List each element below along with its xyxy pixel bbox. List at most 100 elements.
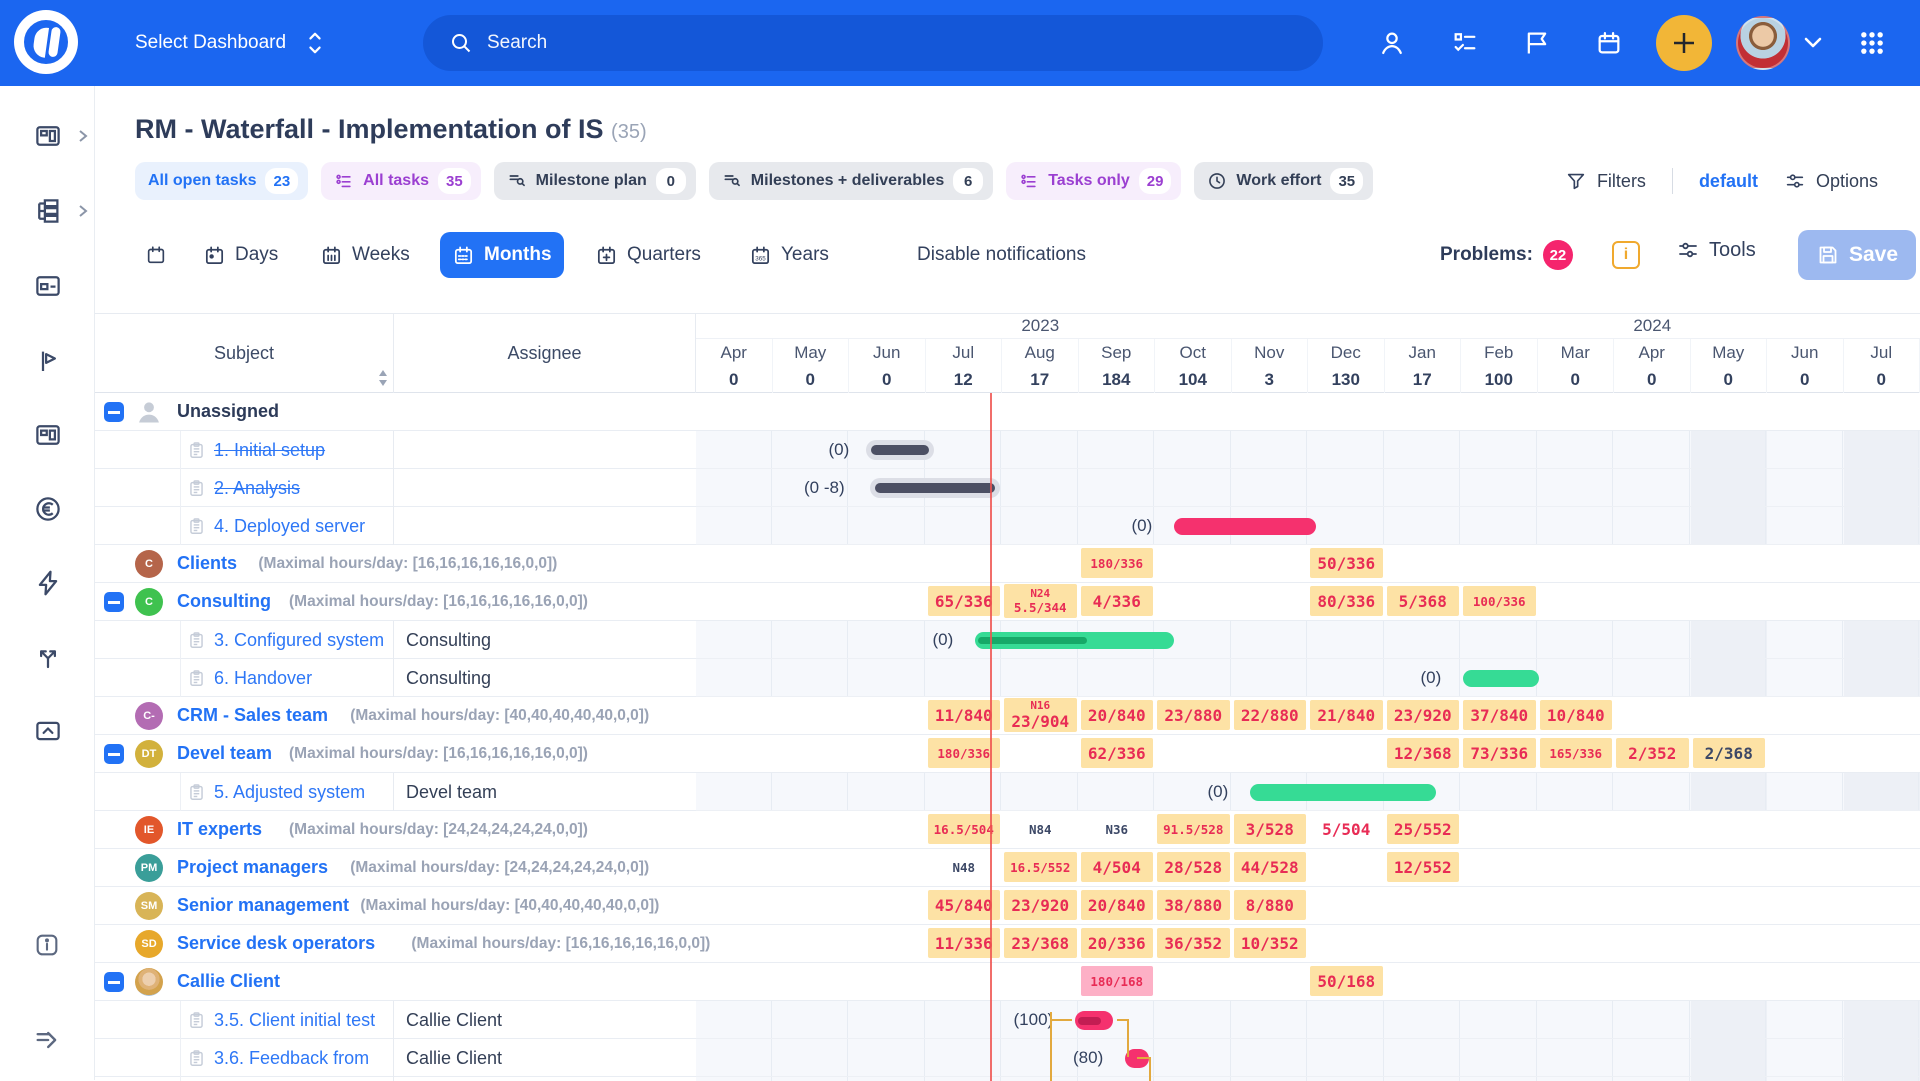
group-avatar[interactable]: DT — [135, 740, 163, 768]
allocation-badge[interactable]: 16.5/552 — [1004, 852, 1077, 882]
allocation-badge[interactable]: 62/336 — [1081, 738, 1154, 768]
allocation-badge[interactable]: 91.5/528 — [1157, 814, 1230, 844]
tools-button[interactable]: Tools — [1676, 238, 1756, 262]
collapse-button[interactable] — [104, 972, 124, 992]
group-avatar[interactable]: C — [135, 550, 163, 578]
view-days-button[interactable]: Days — [191, 232, 290, 278]
workflow-split-icon[interactable] — [33, 642, 63, 672]
dashboard-icon[interactable] — [33, 121, 63, 151]
allocation-badge[interactable]: 20/840 — [1081, 700, 1154, 730]
allocation-badge[interactable]: 180/168 — [1081, 966, 1154, 996]
calendar-icon[interactable] — [1595, 29, 1623, 57]
allocation-badge[interactable]: N245.5/344 — [1004, 584, 1077, 618]
view-years-button[interactable]: 365 Years — [737, 232, 841, 278]
collapse-button[interactable] — [104, 402, 124, 422]
group-name[interactable]: Senior management — [177, 895, 349, 916]
group-avatar[interactable]: SM — [135, 892, 163, 920]
allocation-badge[interactable]: 44/528 — [1234, 852, 1307, 882]
subject-column-header[interactable]: Subject — [95, 314, 394, 393]
allocation-badge[interactable]: 21/840 — [1310, 700, 1383, 730]
quick-actions-bolt-icon[interactable] — [33, 568, 63, 598]
allocation-badge[interactable]: 5/368 — [1387, 586, 1460, 616]
gantt-bar[interactable] — [871, 445, 929, 455]
checklist-icon[interactable] — [1451, 29, 1479, 57]
allocation-badge[interactable]: 4/504 — [1081, 852, 1154, 882]
expand-arrow-icon[interactable] — [33, 1026, 61, 1054]
card-view-icon[interactable] — [33, 271, 63, 301]
apps-grid-icon[interactable] — [1858, 29, 1886, 57]
info-icon[interactable] — [33, 931, 61, 959]
allocation-badge[interactable]: 5/504 — [1310, 814, 1383, 844]
group-name[interactable]: Callie Client — [177, 971, 280, 992]
allocation-badge[interactable]: 23/920 — [1387, 700, 1460, 730]
filter-default-link[interactable]: default — [1699, 171, 1758, 192]
allocation-badge[interactable]: 36/352 — [1157, 928, 1230, 958]
gantt-bar[interactable] — [875, 483, 995, 493]
allocation-badge[interactable]: 38/880 — [1157, 890, 1230, 920]
allocation-badge[interactable]: 22/880 — [1234, 700, 1307, 730]
view-weeks-button[interactable]: Weeks — [308, 232, 422, 278]
group-avatar[interactable]: PM — [135, 854, 163, 882]
task-link[interactable]: 4. Deployed server — [214, 516, 365, 537]
profile-icon[interactable] — [1378, 29, 1406, 57]
allocation-badge[interactable]: 80/336 — [1310, 586, 1383, 616]
chip-all-tasks[interactable]: All tasks 35 — [321, 162, 481, 200]
search-input[interactable] — [487, 32, 1187, 54]
allocation-badge[interactable]: N1623/904 — [1004, 698, 1077, 732]
warning-info-icon[interactable]: i — [1612, 241, 1640, 269]
allocation-badge[interactable]: 12/368 — [1387, 738, 1460, 768]
budget-euro-icon[interactable] — [33, 494, 63, 524]
group-name[interactable]: Service desk operators — [177, 933, 375, 954]
sort-icon[interactable] — [376, 369, 390, 387]
chevron-right-icon[interactable] — [76, 129, 90, 143]
allocation-badge[interactable]: N84 — [1004, 819, 1077, 839]
allocation-badge[interactable]: 23/920 — [1004, 890, 1077, 920]
group-avatar[interactable]: C — [135, 588, 163, 616]
calendar-plain-icon[interactable] — [133, 232, 179, 278]
allocation-badge[interactable]: 180/336 — [1081, 548, 1154, 578]
project-tree-icon[interactable] — [33, 196, 63, 226]
group-avatar[interactable]: IE — [135, 816, 163, 844]
task-link[interactable]: 1. Initial setup — [214, 440, 325, 461]
gantt-bar[interactable] — [1250, 784, 1436, 801]
chip-milestones-deliverables[interactable]: Milestones + deliverables 6 — [709, 162, 993, 200]
allocation-badge[interactable]: 73/336 — [1463, 738, 1536, 768]
milestones-flag-icon[interactable] — [33, 346, 63, 376]
filters-button[interactable]: Filters — [1565, 170, 1646, 192]
group-name[interactable]: Consulting — [177, 591, 271, 612]
group-name[interactable]: Devel team — [177, 743, 272, 764]
task-link[interactable]: 3.6. Feedback from — [214, 1048, 369, 1069]
allocation-badge[interactable]: 165/336 — [1540, 738, 1613, 768]
allocation-badge[interactable]: 2/352 — [1616, 738, 1689, 768]
problems-indicator[interactable]: Problems: 22 — [1440, 240, 1573, 270]
group-name[interactable]: Clients — [177, 553, 237, 574]
group-name[interactable]: Project managers — [177, 857, 328, 878]
chip-work-effort[interactable]: Work effort 35 — [1194, 162, 1373, 200]
plus-button[interactable] — [1656, 15, 1712, 71]
allocation-badge[interactable]: 23/880 — [1157, 700, 1230, 730]
assignee-column-header[interactable]: Assignee — [394, 314, 696, 393]
allocation-badge[interactable]: 100/336 — [1463, 586, 1536, 616]
allocation-badge[interactable]: 37/840 — [1463, 700, 1536, 730]
search-bar[interactable] — [423, 15, 1323, 71]
task-link[interactable]: 2. Analysis — [214, 478, 300, 499]
gantt-bar[interactable] — [1463, 670, 1539, 687]
chip-milestone-plan[interactable]: Milestone plan 0 — [494, 162, 696, 200]
select-dashboard-button[interactable]: Select Dashboard — [135, 0, 326, 86]
user-avatar[interactable] — [1736, 16, 1790, 70]
chip-all-open-tasks[interactable]: All open tasks 23 — [135, 162, 308, 200]
flag-icon[interactable] — [1523, 29, 1551, 57]
options-button[interactable]: Options — [1784, 170, 1878, 192]
gantt-bar[interactable] — [1174, 518, 1316, 535]
group-name[interactable]: Unassigned — [177, 401, 279, 422]
task-link[interactable]: 3.5. Client initial test — [214, 1010, 375, 1031]
collapse-button[interactable] — [104, 744, 124, 764]
panels-icon[interactable] — [33, 420, 63, 450]
app-logo[interactable] — [14, 10, 78, 74]
allocation-badge[interactable]: 28/528 — [1157, 852, 1230, 882]
group-avatar[interactable]: SD — [135, 930, 163, 958]
user-photo-avatar[interactable] — [135, 968, 163, 996]
allocation-badge[interactable]: 50/168 — [1310, 966, 1383, 996]
group-name[interactable]: IT experts — [177, 819, 262, 840]
allocation-badge[interactable]: 3/528 — [1234, 814, 1307, 844]
